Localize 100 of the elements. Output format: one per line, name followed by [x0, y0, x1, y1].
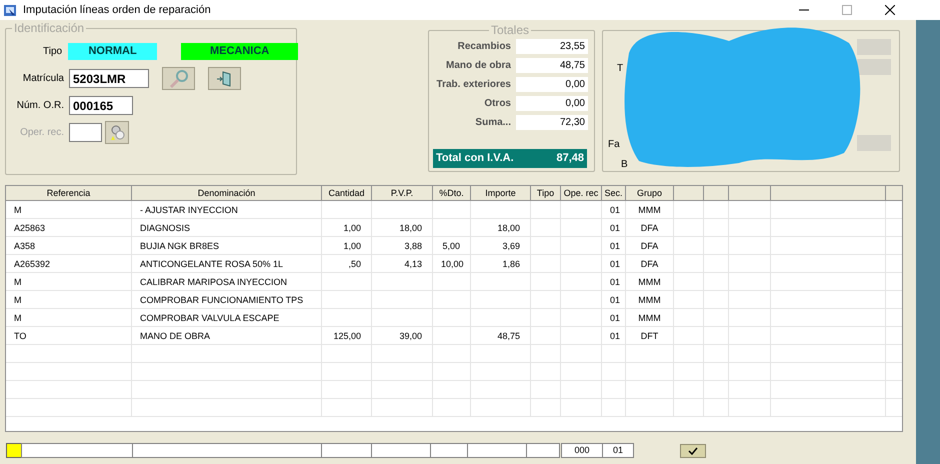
footer-field[interactable]: 01: [602, 443, 634, 458]
total-value: 23,55: [516, 39, 588, 54]
door-button[interactable]: [208, 67, 241, 90]
lookup-button[interactable]: [105, 121, 129, 144]
column-header[interactable]: Grupo: [626, 186, 674, 201]
panel-legend: Identificación: [12, 21, 86, 35]
table-cell: COMPROBAR VALVULA ESCAPE: [140, 313, 280, 323]
column-header[interactable]: %Dto.: [433, 186, 471, 201]
table-cell: 01: [610, 205, 620, 215]
footer-field[interactable]: [526, 443, 560, 458]
table-cell: TO: [14, 331, 26, 341]
footer-field[interactable]: [321, 443, 372, 458]
table-cell: MMM: [638, 313, 661, 323]
table-cell: M: [14, 205, 22, 215]
table-cell: 01: [610, 331, 620, 341]
checkmark-icon: [688, 446, 698, 454]
total-label: Trab. exteriores: [436, 78, 511, 92]
field-label: Tipo: [43, 45, 62, 59]
table-cell: DFA: [640, 259, 658, 269]
footer-field[interactable]: [371, 443, 431, 458]
table-cell: 4,13: [404, 259, 422, 269]
table-cell: MMM: [638, 295, 661, 305]
field-label: T: [617, 62, 624, 76]
column-header[interactable]: Ope. rec: [561, 186, 602, 201]
table-cell: 01: [610, 277, 620, 287]
input-field[interactable]: 000165: [69, 96, 133, 115]
table-cell: 01: [610, 313, 620, 323]
column-header[interactable]: Sec.: [602, 186, 626, 201]
total-value: 0,00: [516, 96, 588, 111]
column-header[interactable]: Referencia: [6, 186, 132, 201]
table-cell: MMM: [638, 205, 661, 215]
maximize-icon[interactable]: [842, 5, 852, 15]
readonly-field: [857, 39, 891, 55]
total-label: Mano de obra: [444, 59, 511, 73]
table-cell: DFA: [640, 223, 658, 233]
footer-field[interactable]: [21, 443, 133, 458]
table-cell: M: [14, 277, 22, 287]
column-header[interactable]: Denominación: [132, 186, 322, 201]
app-icon: [4, 4, 17, 16]
table-cell: MMM: [638, 277, 661, 287]
total-label: Total con I.V.A.: [436, 151, 514, 166]
column-header[interactable]: P.V.P.: [372, 186, 433, 201]
table-cell: 1,00: [343, 241, 361, 251]
table-cell: 39,00: [399, 331, 422, 341]
footer-field[interactable]: [467, 443, 527, 458]
total-value: 87,48: [556, 151, 584, 166]
field-label: B: [621, 158, 628, 172]
table-cell: 3,88: [404, 241, 422, 251]
magnifier-icon: [168, 70, 190, 88]
panel-legend: Totales: [489, 23, 532, 37]
indicator-square: [6, 443, 22, 458]
readonly-field: [857, 59, 891, 75]
column-header[interactable]: Cantidad: [322, 186, 372, 201]
column-header[interactable]: Importe: [471, 186, 531, 201]
table-cell: 18,00: [399, 223, 422, 233]
table-cell: ,50: [348, 259, 361, 269]
field-label: Oper. rec.: [19, 126, 64, 140]
table-cell: CALIBRAR MARIPOSA INYECCION: [140, 277, 288, 287]
footer-field[interactable]: [132, 443, 322, 458]
input-field[interactable]: [69, 123, 102, 142]
total-label: Suma...: [474, 116, 511, 130]
table-cell: A265392: [14, 259, 50, 269]
table-cell: 1,00: [343, 223, 361, 233]
type-badge: MECANICA: [181, 43, 298, 60]
field-label: Matrícula: [22, 72, 64, 86]
table-cell: 10,00: [441, 259, 464, 269]
table-cell: 48,75: [497, 331, 520, 341]
table-cell: ANTICONGELANTE ROSA 50% 1L: [140, 259, 284, 269]
table-cell: DIAGNOSIS: [140, 223, 190, 233]
table-cell: 01: [610, 241, 620, 251]
field-label: Núm. O.R.: [16, 99, 64, 113]
table-cell: 01: [610, 259, 620, 269]
field-label: Fa: [608, 138, 620, 152]
input-field[interactable]: 5203LMR: [69, 69, 149, 88]
footer-field[interactable]: 000: [561, 443, 603, 458]
table-cell: DFA: [640, 241, 658, 251]
footer-field[interactable]: [430, 443, 468, 458]
column-header[interactable]: Tipo: [531, 186, 561, 201]
table-cell: M: [14, 295, 22, 305]
table-cell: COMPROBAR FUNCIONAMIENTO TPS: [140, 295, 304, 305]
table-cell: MANO DE OBRA: [140, 331, 210, 341]
confirm-button[interactable]: [680, 444, 706, 458]
total-value: 0,00: [516, 77, 588, 92]
table-cell: 1,86: [502, 259, 520, 269]
total-value: 72,30: [516, 115, 588, 130]
table-cell: DFT: [640, 331, 658, 341]
door-icon: [216, 70, 234, 88]
total-value: 48,75: [516, 58, 588, 73]
table-cell: 3,69: [502, 241, 520, 251]
table-cell: 01: [610, 223, 620, 233]
table-cell: BUJIA NGK BR8ES: [140, 241, 220, 251]
table-cell: A25863: [14, 223, 46, 233]
close-icon[interactable]: [885, 5, 895, 15]
total-label: Recambios: [456, 40, 511, 54]
total-label: Otros: [483, 97, 511, 111]
table-cell: M: [14, 313, 22, 323]
table-cell: - AJUSTAR INYECCION: [140, 205, 238, 215]
table-cell: 5,00: [442, 241, 460, 251]
table-cell: A358: [14, 241, 36, 251]
table-cell: 01: [610, 295, 620, 305]
